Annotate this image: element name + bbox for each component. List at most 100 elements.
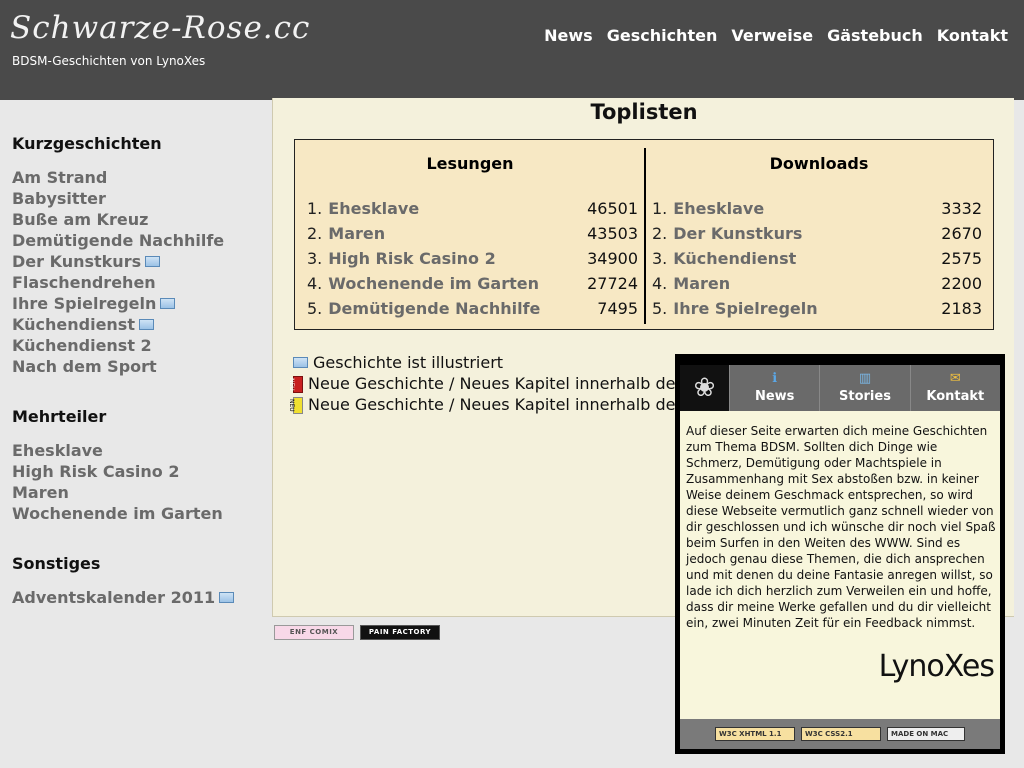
toplist-box: Lesungen 1. Ehesklave 46501 2. Maren 43503 3. H… (294, 139, 994, 330)
pain-factory-banner[interactable]: PAIN FACTORY (360, 625, 440, 640)
sidebar-item[interactable]: Der Kunstkurs (12, 251, 262, 272)
sidebar-item-label: Ehesklave (12, 441, 103, 460)
story-link[interactable]: Der Kunstkurs (673, 221, 941, 246)
sidebar-item-label: Nach dem Sport (12, 357, 157, 376)
popup-nav-news[interactable]: ℹ News (730, 365, 821, 411)
sidebar-item[interactable]: Ihre Spielregeln (12, 293, 262, 314)
count-value: 7495 (597, 299, 638, 318)
site-subtitle: BDSM-Geschichten von LynoXes (12, 54, 206, 68)
rank-number: 3. (652, 249, 668, 268)
lesungen-row: 2. Maren 43503 (307, 221, 638, 246)
sidebar-item[interactable]: Am Strand (12, 167, 262, 188)
sidebar-item[interactable]: Babysitter (12, 188, 262, 209)
downloads-heading: Downloads (769, 154, 869, 173)
downloads-column: Downloads 1. Ehesklave 3332 2. Der Kunstkurs… (645, 140, 993, 329)
sidebar-item[interactable]: Flaschendrehen (12, 272, 262, 293)
sidebar: Kurzgeschichten Am Strand Babysitter Buße a… (12, 134, 262, 638)
story-link[interactable]: Maren (328, 221, 587, 246)
sidebar-item[interactable]: Adventskalender 2011 (12, 587, 262, 608)
downloads-row: 5. Ihre Spielregeln 2183 (652, 296, 982, 321)
story-link[interactable]: Wochenende im Garten (328, 271, 587, 296)
count-value: 43503 (587, 224, 638, 243)
popup-nav-kontakt[interactable]: ✉ Kontakt (911, 365, 1000, 411)
illustrated-icon (138, 319, 154, 330)
sidebar-item[interactable]: Nach dem Sport (12, 356, 262, 377)
sidebar-item-label: Buße am Kreuz (12, 210, 149, 229)
popup-nav: ❀ ℹ News ▥ Stories ✉ Kontakt (680, 365, 1000, 411)
count-value: 3332 (941, 199, 982, 218)
illustrated-icon (219, 592, 235, 603)
sidebar-item-label: Küchendienst (12, 315, 135, 334)
sidebar-item-label: Babysitter (12, 189, 106, 208)
popup-content: ❀ ℹ News ▥ Stories ✉ Kontakt Auf dieser … (680, 365, 1000, 749)
sidebar-item-label: Wochenende im Garten (12, 504, 223, 523)
downloads-row: 4. Maren 2200 (652, 271, 982, 296)
popup-footer: W3C XHTML 1.1 W3C CSS2.1 MADE ON MAC (680, 719, 1000, 749)
count-value: 2670 (941, 224, 982, 243)
info-icon: ℹ (772, 371, 778, 386)
rose-logo-icon: ❀ (680, 365, 730, 411)
sidebar-item-label: Der Kunstkurs (12, 252, 142, 271)
sidebar-item-label: Am Strand (12, 168, 108, 187)
story-link[interactable]: Ihre Spielregeln (673, 296, 941, 321)
story-link[interactable]: Demütigende Nachhilfe (328, 296, 597, 321)
top-navigation: News Geschichten Verweise Gästebuch Kont… (544, 26, 1008, 45)
mail-icon: ✉ (949, 371, 961, 386)
sidebar-item[interactable]: Ehesklave (12, 440, 262, 461)
made-on-mac-badge[interactable]: MADE ON MAC (887, 727, 965, 741)
downloads-row: 1. Ehesklave 3332 (652, 196, 982, 221)
new-yellow-icon: NEU (288, 397, 303, 414)
sidebar-item[interactable]: Demütigende Nachhilfe (12, 230, 262, 251)
site-header: Schwarze-Rose.cc BDSM-Geschichten von Ly… (0, 0, 1024, 100)
sidebar-item[interactable]: Wochenende im Garten (12, 503, 262, 524)
rank-number: 4. (652, 274, 668, 293)
story-link[interactable]: High Risk Casino 2 (328, 246, 587, 271)
lesungen-heading: Lesungen (426, 154, 514, 173)
site-logo[interactable]: Schwarze-Rose.cc (10, 10, 310, 46)
rank-number: 1. (307, 199, 323, 218)
rank-number: 3. (307, 249, 323, 268)
sidebar-item-label: Ihre Spielregeln (12, 294, 157, 313)
nav-verweise[interactable]: Verweise (731, 26, 813, 45)
lesungen-row: 4. Wochenende im Garten 27724 (307, 271, 638, 296)
sidebar-item[interactable]: High Risk Casino 2 (12, 461, 262, 482)
story-link[interactable]: Ehesklave (673, 196, 941, 221)
popup-intro-text: Auf dieser Seite erwarten dich meine Ges… (686, 424, 996, 630)
new-red-icon: NEU (288, 376, 303, 393)
popup-nav-stories[interactable]: ▥ Stories (820, 365, 911, 411)
sidebar-section-title: Kurzgeschichten (12, 134, 162, 153)
w3c-css-badge[interactable]: W3C CSS2.1 (801, 727, 881, 741)
sidebar-item-label: Flaschendrehen (12, 273, 156, 292)
story-link[interactable]: Küchendienst (673, 246, 941, 271)
sidebar-section-title: Mehrteiler (12, 407, 107, 426)
w3c-xhtml-badge[interactable]: W3C XHTML 1.1 (715, 727, 795, 741)
lesungen-row: 3. High Risk Casino 2 34900 (307, 246, 638, 271)
sidebar-item[interactable]: Küchendienst 2 (12, 335, 262, 356)
sidebar-item[interactable]: Buße am Kreuz (12, 209, 262, 230)
rank-number: 5. (307, 299, 323, 318)
count-value: 2183 (941, 299, 982, 318)
count-value: 34900 (587, 249, 638, 268)
story-link[interactable]: Ehesklave (328, 196, 587, 221)
sidebar-item-label: High Risk Casino 2 (12, 462, 180, 481)
page-title: Toplisten (590, 100, 698, 124)
sidebar-list: Adventskalender 2011 (12, 587, 262, 608)
enf-comix-banner[interactable]: ENF COMIX (274, 625, 354, 640)
story-link[interactable]: Maren (673, 271, 941, 296)
sidebar-item[interactable]: Maren (12, 482, 262, 503)
legend: Geschichte ist illustriert NEU Neue Gesch… (288, 352, 675, 415)
nav-geschichten[interactable]: Geschichten (607, 26, 718, 45)
count-value: 27724 (587, 274, 638, 293)
lesungen-row: 1. Ehesklave 46501 (307, 196, 638, 221)
signature: LynoXes (878, 649, 995, 684)
illustrated-icon (145, 256, 161, 267)
sidebar-item-label: Adventskalender 2011 (12, 588, 216, 607)
nav-kontakt[interactable]: Kontakt (937, 26, 1008, 45)
sidebar-list: Ehesklave High Risk Casino 2 Maren Wochenen… (12, 440, 262, 524)
nav-news[interactable]: News (544, 26, 593, 45)
nav-gaestebuch[interactable]: Gästebuch (827, 26, 923, 45)
count-value: 2575 (941, 249, 982, 268)
sidebar-item[interactable]: Küchendienst (12, 314, 262, 335)
rank-number: 1. (652, 199, 668, 218)
sidebar-item-label: Demütigende Nachhilfe (12, 231, 225, 250)
